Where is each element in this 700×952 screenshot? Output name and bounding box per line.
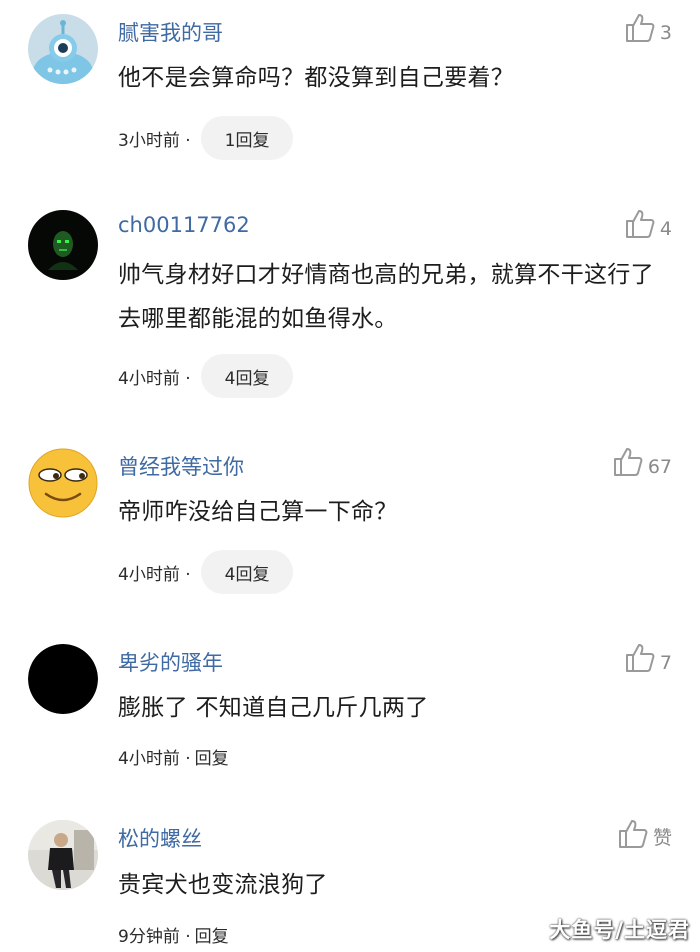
timestamp: 4小时前 · (118, 749, 191, 769)
like-button[interactable]: 3 (624, 12, 672, 44)
comment-meta: 9分钟前 · 回复 (118, 922, 229, 947)
thumbs-up-icon (624, 208, 656, 240)
thumbs-up-icon (617, 818, 649, 850)
like-count: 4 (659, 218, 672, 240)
avatar[interactable] (28, 448, 98, 518)
avatar[interactable] (28, 14, 98, 84)
like-button[interactable]: 4 (624, 208, 672, 240)
username[interactable]: ch00117762 (118, 213, 250, 237)
comment-text: 膨胀了 不知道自己几斤几两了 (118, 695, 429, 721)
username[interactable]: 卑劣的骚年 (118, 647, 223, 677)
timestamp: 4小时前 · (118, 368, 191, 389)
like-button[interactable]: 赞 (617, 818, 672, 850)
thumbs-up-icon (612, 446, 644, 478)
timestamp: 4小时前 · (118, 564, 191, 585)
thumbs-up-icon (624, 642, 656, 674)
reply-button[interactable]: 4回复 (200, 550, 294, 594)
comment-text: 帅气身材好口才好情商也高的兄弟，就算不干这行了去哪里都能混的如鱼得水。 (118, 262, 654, 332)
avatar[interactable] (28, 210, 98, 280)
comment-text: 帝师咋没给自己算一下命？ (118, 499, 398, 525)
username[interactable]: 松的螺丝 (118, 823, 202, 853)
reply-button[interactable]: 回复 (195, 744, 229, 769)
comment-meta: 4小时前 · 4回复 (118, 354, 294, 398)
comment-meta: 3小时前 · 1回复 (118, 116, 294, 160)
username[interactable]: 曾经我等过你 (118, 451, 244, 481)
reply-button[interactable]: 4回复 (200, 354, 294, 398)
comment-text: 贵宾犬也变流浪狗了 (118, 872, 328, 898)
reply-button[interactable]: 回复 (195, 922, 229, 947)
comment-meta: 4小时前 · 回复 (118, 744, 229, 769)
like-count: 7 (659, 652, 672, 674)
timestamp: 3小时前 · (118, 130, 191, 151)
reply-button[interactable]: 1回复 (200, 116, 294, 160)
like-count: 67 (647, 456, 672, 478)
username[interactable]: 腻害我的哥 (118, 17, 223, 47)
timestamp: 9分钟前 · (118, 927, 191, 947)
thumbs-up-icon (624, 12, 656, 44)
like-count: 赞 (652, 827, 672, 849)
comment-meta: 4小时前 · 4回复 (118, 550, 294, 594)
like-count: 3 (659, 22, 672, 44)
like-button[interactable]: 67 (612, 446, 672, 478)
comment-text: 他不是会算命吗？都没算到自己要着？ (118, 65, 515, 91)
watermark: 大鱼号/土逗君 (549, 918, 690, 942)
like-button[interactable]: 7 (624, 642, 672, 674)
avatar[interactable] (28, 820, 98, 890)
avatar[interactable] (28, 644, 98, 714)
